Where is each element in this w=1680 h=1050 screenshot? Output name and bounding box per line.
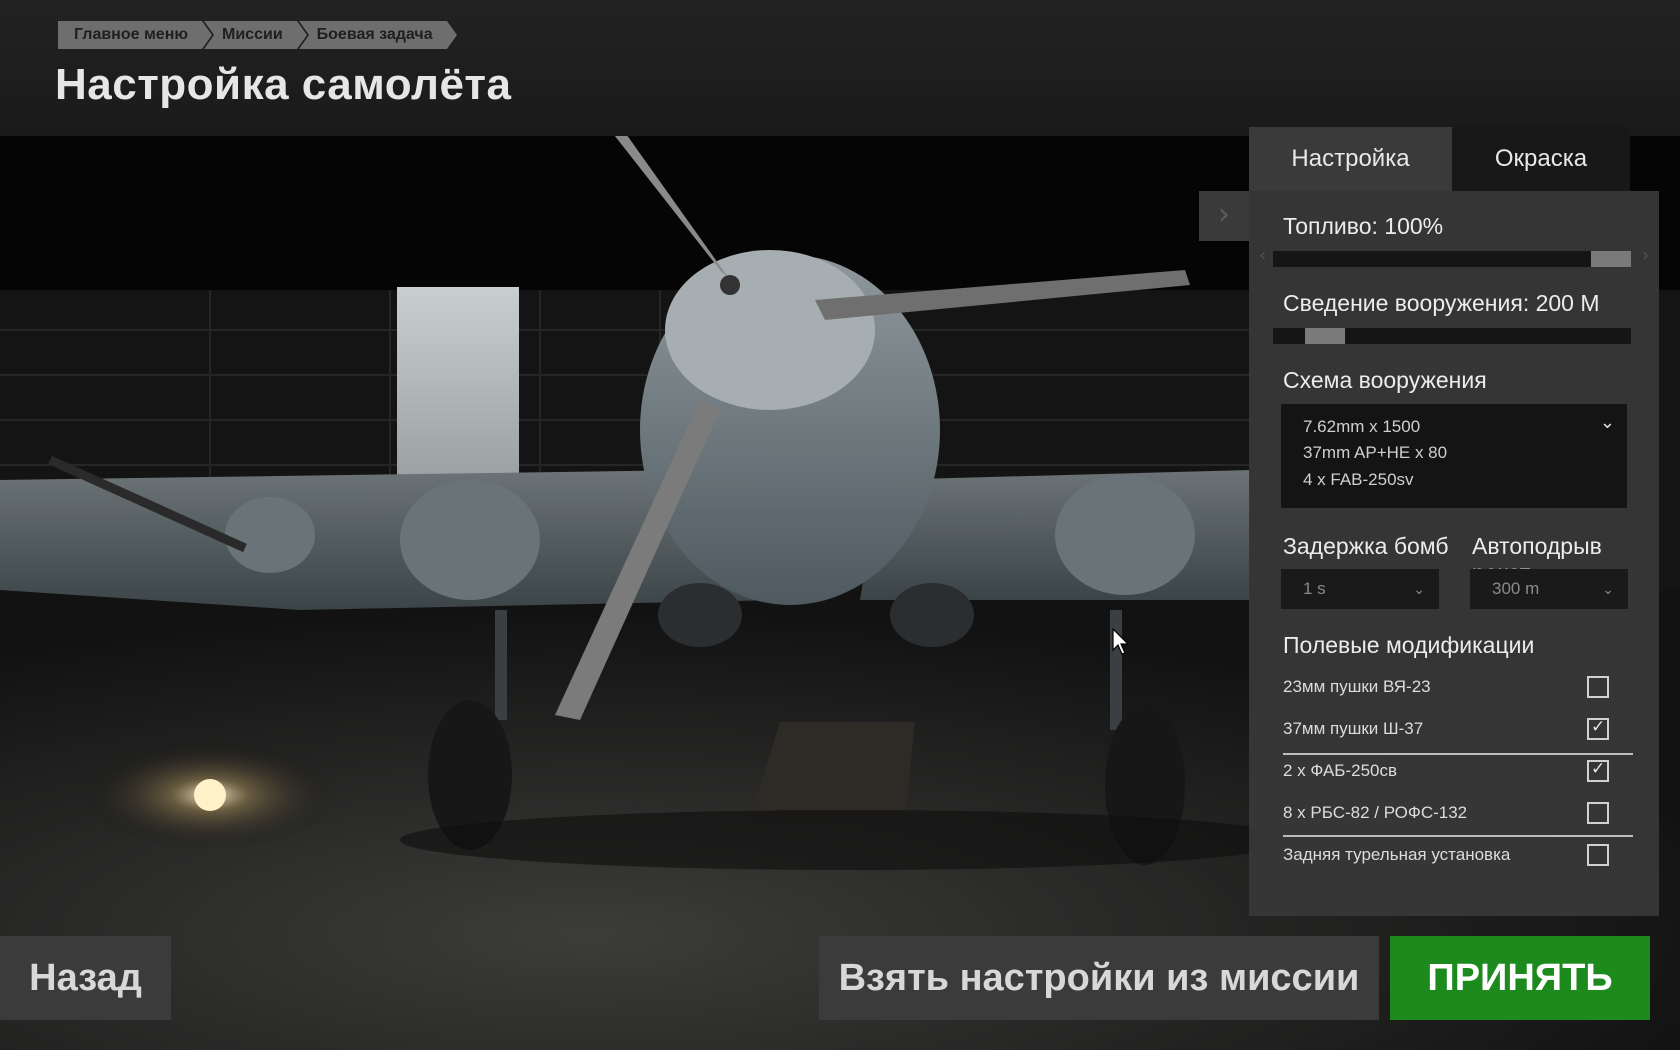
breadcrumb-main-menu[interactable]: Главное меню [58,21,215,49]
take-mission-settings-button[interactable]: Взять настройки из миссии [819,936,1379,1020]
mod-checkbox[interactable] [1587,802,1609,824]
tab-setup[interactable]: Настройка [1249,127,1452,191]
mod-label: Задняя турельная установка [1283,845,1511,864]
mod-label: 23мм пушки ВЯ-23 [1283,677,1431,696]
breadcrumb-combat-task[interactable]: Боевая задача [298,21,459,49]
weapon-line: 37mm AP+HE x 80 [1303,443,1448,462]
chevron-right-icon: › [1218,197,1230,232]
collapse-panel-button[interactable]: › [1199,191,1249,241]
mod-checkbox[interactable]: ✓ [1587,759,1609,782]
breadcrumb: Главное меню Миссии Боевая задача [58,21,459,49]
mod-label: 8 x РБС-82 / РОФС-132 [1283,803,1468,822]
check-icon: ✓ [1591,759,1606,779]
mod-row-rear-turret[interactable]: Задняя турельная установка [1283,836,1633,876]
bomb-delay-select[interactable]: 1 s ⌄ [1281,569,1439,609]
weapon-scheme-label: Схема вооружения [1283,367,1487,393]
back-button[interactable]: Назад [0,936,171,1020]
mod-checkbox[interactable] [1587,676,1609,698]
convergence-slider-thumb[interactable] [1305,328,1345,344]
mod-row-fab250[interactable]: 2 x ФАБ-250св ✓ [1283,752,1633,792]
mod-row-vya23[interactable]: 23мм пушки ВЯ-23 [1283,668,1633,708]
weapon-line: 4 x FAB-250sv [1303,470,1414,489]
mod-checkbox[interactable]: ✓ [1587,717,1609,740]
mod-row-sh37[interactable]: 37мм пушки Ш-37 ✓ [1283,710,1633,750]
chevron-left-icon[interactable]: ‹ [1259,245,1266,266]
bomb-delay-value: 1 s [1303,579,1326,598]
field-mods-label: Полевые модификации [1283,632,1535,658]
bomb-delay-label: Задержка бомб [1283,533,1449,559]
fuel-slider[interactable] [1273,251,1631,267]
chevron-down-icon: ⌄ [1602,581,1614,597]
accept-button[interactable]: ПРИНЯТЬ [1390,936,1650,1020]
rocket-autodet-value: 300 m [1492,579,1540,598]
mouse-pointer-icon [1112,628,1130,655]
mod-label: 37мм пушки Ш-37 [1283,719,1424,738]
header-bar: Главное меню Миссии Боевая задача Настро… [0,0,1680,136]
settings-tabs: Настройка Окраска [1249,127,1630,191]
mod-label: 2 x ФАБ-250св [1283,761,1398,780]
check-icon: ✓ [1591,717,1606,737]
rocket-autodet-select[interactable]: 300 m ⌄ [1470,569,1628,609]
chevron-down-icon: ⌄ [1413,581,1425,597]
fuel-slider-thumb[interactable] [1591,251,1631,267]
chevron-down-icon: ⌄ [1599,412,1615,433]
convergence-label: Сведение вооружения: 200 М [1283,290,1600,316]
page-title: Настройка самолёта [55,60,512,109]
mod-checkbox[interactable] [1587,844,1609,866]
chevron-right-icon[interactable]: › [1642,245,1649,266]
convergence-slider[interactable] [1273,328,1631,344]
fuel-label: Топливо: 100% [1283,213,1444,239]
mod-row-rbs82[interactable]: 8 x РБС-82 / РОФС-132 [1283,794,1633,834]
breadcrumb-missions[interactable]: Миссии [204,21,309,49]
tab-paint[interactable]: Окраска [1452,127,1630,191]
weapon-scheme-dropdown[interactable]: 7.62mm x 1500 37mm AP+HE x 80 4 x FAB-25… [1281,404,1627,508]
settings-panel: Топливо: 100% ‹ › Сведение вооружения: 2… [1249,191,1659,916]
weapon-line: 7.62mm x 1500 [1303,417,1421,436]
